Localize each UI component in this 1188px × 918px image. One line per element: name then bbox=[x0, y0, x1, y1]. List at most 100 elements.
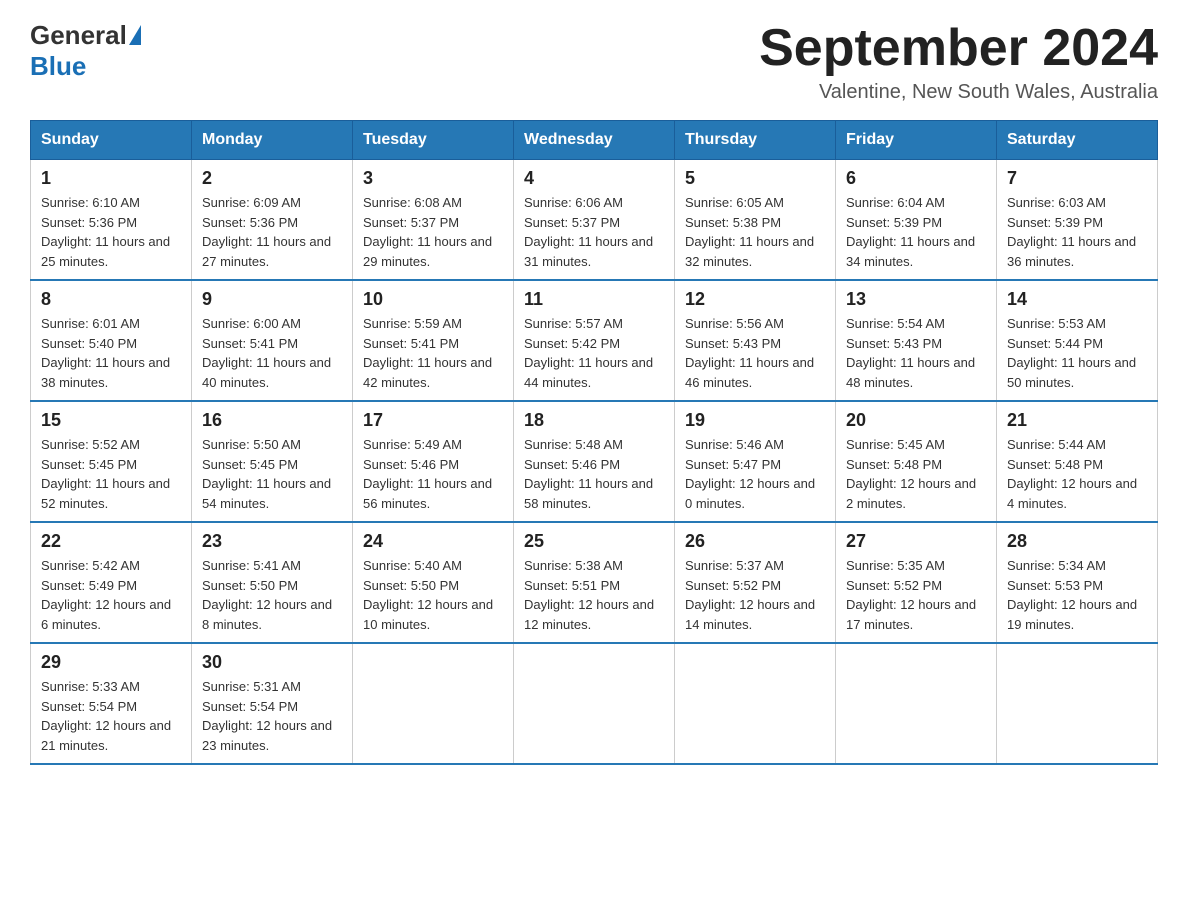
day-info: Sunrise: 5:56 AMSunset: 5:43 PMDaylight:… bbox=[685, 314, 825, 392]
day-number: 18 bbox=[524, 410, 664, 431]
calendar-cell: 18 Sunrise: 5:48 AMSunset: 5:46 PMDayligh… bbox=[514, 401, 675, 522]
week-row-1: 1 Sunrise: 6:10 AMSunset: 5:36 PMDaylight… bbox=[31, 160, 1158, 281]
calendar-cell: 7 Sunrise: 6:03 AMSunset: 5:39 PMDaylight… bbox=[997, 160, 1158, 281]
day-number: 10 bbox=[363, 289, 503, 310]
day-number: 3 bbox=[363, 168, 503, 189]
day-info: Sunrise: 5:35 AMSunset: 5:52 PMDaylight:… bbox=[846, 556, 986, 634]
day-info: Sunrise: 6:03 AMSunset: 5:39 PMDaylight:… bbox=[1007, 193, 1147, 271]
day-number: 6 bbox=[846, 168, 986, 189]
day-number: 24 bbox=[363, 531, 503, 552]
day-number: 27 bbox=[846, 531, 986, 552]
calendar-cell: 6 Sunrise: 6:04 AMSunset: 5:39 PMDaylight… bbox=[836, 160, 997, 281]
day-number: 11 bbox=[524, 289, 664, 310]
day-number: 14 bbox=[1007, 289, 1147, 310]
calendar-cell: 27 Sunrise: 5:35 AMSunset: 5:52 PMDayligh… bbox=[836, 522, 997, 643]
day-number: 7 bbox=[1007, 168, 1147, 189]
logo-triangle-icon bbox=[129, 25, 141, 45]
logo-general-text: General bbox=[30, 20, 127, 51]
day-info: Sunrise: 5:37 AMSunset: 5:52 PMDaylight:… bbox=[685, 556, 825, 634]
day-number: 17 bbox=[363, 410, 503, 431]
day-info: Sunrise: 5:57 AMSunset: 5:42 PMDaylight:… bbox=[524, 314, 664, 392]
day-info: Sunrise: 5:59 AMSunset: 5:41 PMDaylight:… bbox=[363, 314, 503, 392]
day-info: Sunrise: 5:45 AMSunset: 5:48 PMDaylight:… bbox=[846, 435, 986, 513]
day-number: 12 bbox=[685, 289, 825, 310]
calendar-cell: 29Sunrise: 5:33 AMSunset: 5:54 PMDayligh… bbox=[31, 643, 192, 764]
calendar-cell: 14 Sunrise: 5:53 AMSunset: 5:44 PMDayligh… bbox=[997, 280, 1158, 401]
calendar-cell: 20 Sunrise: 5:45 AMSunset: 5:48 PMDayligh… bbox=[836, 401, 997, 522]
calendar-cell: 8 Sunrise: 6:01 AMSunset: 5:40 PMDaylight… bbox=[31, 280, 192, 401]
calendar-cell: 23 Sunrise: 5:41 AMSunset: 5:50 PMDayligh… bbox=[192, 522, 353, 643]
calendar-cell: 5 Sunrise: 6:05 AMSunset: 5:38 PMDaylight… bbox=[675, 160, 836, 281]
column-header-monday: Monday bbox=[192, 121, 353, 160]
month-title: September 2024 bbox=[759, 20, 1158, 77]
calendar-cell: 30 Sunrise: 5:31 AMSunset: 5:54 PMDayligh… bbox=[192, 643, 353, 764]
week-row-4: 22Sunrise: 5:42 AMSunset: 5:49 PMDayligh… bbox=[31, 522, 1158, 643]
location-text: Valentine, New South Wales, Australia bbox=[759, 81, 1158, 104]
day-info: Sunrise: 6:00 AMSunset: 5:41 PMDaylight:… bbox=[202, 314, 342, 392]
day-info: Sunrise: 5:53 AMSunset: 5:44 PMDaylight:… bbox=[1007, 314, 1147, 392]
day-number: 20 bbox=[846, 410, 986, 431]
day-info: Sunrise: 5:49 AMSunset: 5:46 PMDaylight:… bbox=[363, 435, 503, 513]
calendar-cell: 10 Sunrise: 5:59 AMSunset: 5:41 PMDayligh… bbox=[353, 280, 514, 401]
day-number: 25 bbox=[524, 531, 664, 552]
day-info: Sunrise: 5:31 AMSunset: 5:54 PMDaylight:… bbox=[202, 677, 342, 755]
calendar-cell: 11 Sunrise: 5:57 AMSunset: 5:42 PMDayligh… bbox=[514, 280, 675, 401]
day-number: 13 bbox=[846, 289, 986, 310]
calendar-cell: 4Sunrise: 6:06 AMSunset: 5:37 PMDaylight… bbox=[514, 160, 675, 281]
day-info: Sunrise: 5:54 AMSunset: 5:43 PMDaylight:… bbox=[846, 314, 986, 392]
day-info: Sunrise: 6:09 AMSunset: 5:36 PMDaylight:… bbox=[202, 193, 342, 271]
calendar-cell: 2Sunrise: 6:09 AMSunset: 5:36 PMDaylight… bbox=[192, 160, 353, 281]
calendar-cell: 19 Sunrise: 5:46 AMSunset: 5:47 PMDayligh… bbox=[675, 401, 836, 522]
day-number: 29 bbox=[41, 652, 181, 673]
day-info: Sunrise: 5:38 AMSunset: 5:51 PMDaylight:… bbox=[524, 556, 664, 634]
day-info: Sunrise: 5:46 AMSunset: 5:47 PMDaylight:… bbox=[685, 435, 825, 513]
day-number: 28 bbox=[1007, 531, 1147, 552]
header-row: SundayMondayTuesdayWednesdayThursdayFrid… bbox=[31, 121, 1158, 160]
week-row-3: 15Sunrise: 5:52 AMSunset: 5:45 PMDayligh… bbox=[31, 401, 1158, 522]
day-number: 23 bbox=[202, 531, 342, 552]
day-number: 1 bbox=[41, 168, 181, 189]
logo-blue-text: Blue bbox=[30, 51, 86, 82]
calendar-table: SundayMondayTuesdayWednesdayThursdayFrid… bbox=[30, 120, 1158, 765]
day-number: 21 bbox=[1007, 410, 1147, 431]
day-info: Sunrise: 5:41 AMSunset: 5:50 PMDaylight:… bbox=[202, 556, 342, 634]
day-number: 5 bbox=[685, 168, 825, 189]
column-header-tuesday: Tuesday bbox=[353, 121, 514, 160]
page-header: General Blue September 2024 Valentine, N… bbox=[30, 20, 1158, 104]
day-info: Sunrise: 6:04 AMSunset: 5:39 PMDaylight:… bbox=[846, 193, 986, 271]
calendar-cell: 15Sunrise: 5:52 AMSunset: 5:45 PMDayligh… bbox=[31, 401, 192, 522]
day-info: Sunrise: 5:44 AMSunset: 5:48 PMDaylight:… bbox=[1007, 435, 1147, 513]
day-info: Sunrise: 6:05 AMSunset: 5:38 PMDaylight:… bbox=[685, 193, 825, 271]
title-section: September 2024 Valentine, New South Wale… bbox=[759, 20, 1158, 104]
day-number: 19 bbox=[685, 410, 825, 431]
column-header-friday: Friday bbox=[836, 121, 997, 160]
day-info: Sunrise: 5:34 AMSunset: 5:53 PMDaylight:… bbox=[1007, 556, 1147, 634]
calendar-cell: 3Sunrise: 6:08 AMSunset: 5:37 PMDaylight… bbox=[353, 160, 514, 281]
calendar-cell: 26 Sunrise: 5:37 AMSunset: 5:52 PMDayligh… bbox=[675, 522, 836, 643]
day-number: 9 bbox=[202, 289, 342, 310]
day-number: 30 bbox=[202, 652, 342, 673]
calendar-cell bbox=[836, 643, 997, 764]
calendar-cell bbox=[514, 643, 675, 764]
calendar-cell: 22Sunrise: 5:42 AMSunset: 5:49 PMDayligh… bbox=[31, 522, 192, 643]
calendar-cell: 16Sunrise: 5:50 AMSunset: 5:45 PMDayligh… bbox=[192, 401, 353, 522]
calendar-cell: 25 Sunrise: 5:38 AMSunset: 5:51 PMDayligh… bbox=[514, 522, 675, 643]
week-row-2: 8 Sunrise: 6:01 AMSunset: 5:40 PMDaylight… bbox=[31, 280, 1158, 401]
calendar-cell: 9 Sunrise: 6:00 AMSunset: 5:41 PMDaylight… bbox=[192, 280, 353, 401]
column-header-sunday: Sunday bbox=[31, 121, 192, 160]
day-info: Sunrise: 6:06 AMSunset: 5:37 PMDaylight:… bbox=[524, 193, 664, 271]
day-info: Sunrise: 5:50 AMSunset: 5:45 PMDaylight:… bbox=[202, 435, 342, 513]
day-number: 8 bbox=[41, 289, 181, 310]
day-number: 22 bbox=[41, 531, 181, 552]
day-number: 26 bbox=[685, 531, 825, 552]
calendar-cell: 17 Sunrise: 5:49 AMSunset: 5:46 PMDayligh… bbox=[353, 401, 514, 522]
logo: General Blue bbox=[30, 20, 141, 82]
column-header-thursday: Thursday bbox=[675, 121, 836, 160]
day-info: Sunrise: 5:40 AMSunset: 5:50 PMDaylight:… bbox=[363, 556, 503, 634]
day-info: Sunrise: 6:01 AMSunset: 5:40 PMDaylight:… bbox=[41, 314, 181, 392]
calendar-cell bbox=[353, 643, 514, 764]
calendar-cell bbox=[997, 643, 1158, 764]
day-info: Sunrise: 5:48 AMSunset: 5:46 PMDaylight:… bbox=[524, 435, 664, 513]
day-info: Sunrise: 6:10 AMSunset: 5:36 PMDaylight:… bbox=[41, 193, 181, 271]
column-header-wednesday: Wednesday bbox=[514, 121, 675, 160]
